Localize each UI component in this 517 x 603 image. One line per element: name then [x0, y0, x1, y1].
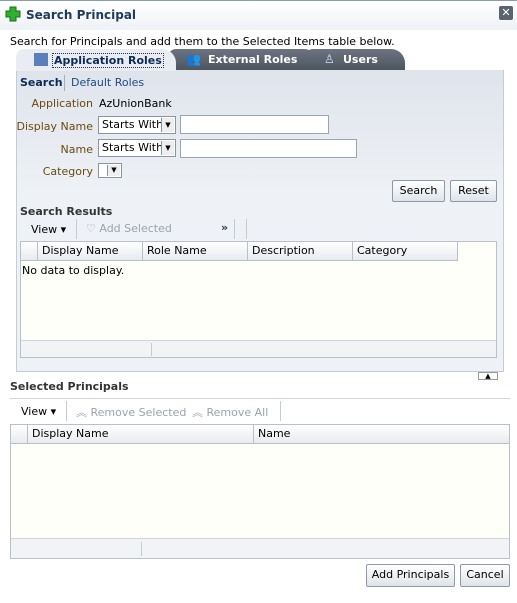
tab-label: External Roles [208, 53, 298, 66]
close-icon[interactable]: ✕ [499, 6, 513, 20]
divider [10, 398, 510, 399]
add-selected-icon: ♡ [86, 222, 100, 235]
chevron-down-icon: ▼ [161, 118, 174, 132]
view-menu[interactable]: View ▾ [21, 405, 56, 418]
user-icon: ♙ [324, 52, 335, 66]
category-label: Category [42, 165, 93, 178]
select-value: Starts With [102, 118, 164, 131]
add-principals-button[interactable]: Add Principals [366, 564, 455, 587]
divider [234, 219, 235, 239]
remove-all-icon: ︽ [192, 406, 207, 419]
selected-principals-title: Selected Principals [10, 380, 129, 393]
dialog-title: Search Principal [26, 8, 137, 22]
view-menu[interactable]: View ▾ [31, 223, 66, 236]
select-value: Starts With [102, 141, 164, 154]
application-value: AzUnionBank [99, 97, 172, 110]
name-input[interactable] [180, 139, 357, 158]
search-button[interactable]: Search [392, 180, 445, 202]
name-operator-select[interactable]: Starts With ▼ [98, 139, 176, 157]
search-results-table: Display Name Role Name Description Categ… [20, 241, 497, 358]
remove-selected-icon: ︽ [76, 406, 91, 419]
intro-text: Search for Principals and add them to th… [10, 35, 395, 48]
divider [64, 75, 65, 91]
name-label: Name [60, 143, 93, 156]
add-selected-button[interactable]: ♡ Add Selected [86, 222, 172, 235]
green-plus-icon [5, 6, 21, 22]
row-selector-header [21, 242, 38, 261]
app-roles-icon [34, 53, 48, 66]
column-header[interactable]: Display Name [38, 242, 143, 261]
cancel-button[interactable]: Cancel [460, 564, 510, 587]
column-header[interactable]: Role Name [143, 242, 248, 261]
chevron-down-icon: ▼ [107, 165, 120, 176]
column-header[interactable]: Display Name [28, 425, 254, 444]
display-name-operator-select[interactable]: Starts With ▼ [98, 116, 176, 134]
table-footer [21, 340, 496, 357]
remove-selected-label: Remove Selected [90, 406, 187, 419]
divider [280, 401, 281, 421]
row-selector-header [11, 425, 28, 444]
subnav-default-roles[interactable]: Default Roles [71, 76, 144, 89]
column-header[interactable]: Description [248, 242, 353, 261]
remove-selected-button[interactable]: ︽ Remove Selected [76, 404, 186, 420]
divider [66, 401, 67, 421]
column-header[interactable]: Category [353, 242, 458, 261]
view-label: View [31, 223, 58, 236]
divider [246, 219, 247, 239]
tab-label: Users [343, 53, 378, 66]
table-footer [11, 538, 509, 558]
tab-label: Application Roles [52, 53, 164, 68]
chevron-down-icon: ▼ [161, 141, 174, 155]
search-results-title: Search Results [20, 205, 113, 218]
remove-all-label: Remove All [206, 406, 269, 419]
subnav-search[interactable]: Search [20, 76, 63, 89]
reset-button[interactable]: Reset [450, 180, 497, 202]
category-select[interactable]: ▼ [98, 163, 122, 178]
remove-all-button[interactable]: ︽ Remove All [192, 404, 268, 420]
application-label: Application [31, 97, 93, 110]
selected-principals-table: Display Name Name [10, 424, 510, 559]
overflow-chevron-button[interactable]: » [221, 221, 228, 234]
tab-application-roles[interactable]: Application Roles [16, 49, 176, 71]
column-header[interactable]: Name [254, 425, 509, 444]
group-icon: 👥 [186, 52, 201, 66]
empty-message: No data to display. [22, 264, 125, 277]
add-selected-label: Add Selected [99, 222, 172, 235]
tab-users[interactable]: Users [305, 49, 405, 71]
divider [76, 219, 77, 239]
display-name-label: Display Name [16, 120, 94, 133]
collapse-splitter-button[interactable]: ▲ [478, 372, 498, 380]
display-name-input[interactable] [180, 115, 329, 134]
view-label: View [21, 405, 48, 418]
